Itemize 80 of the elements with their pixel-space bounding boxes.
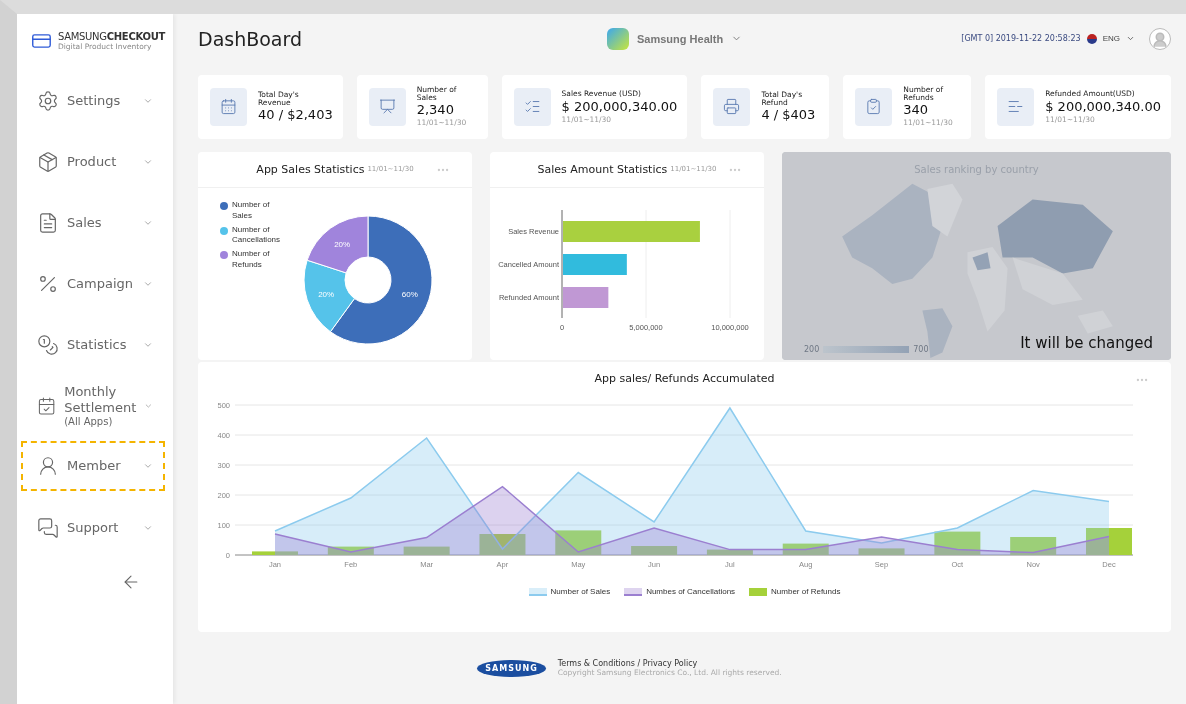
sidebar-label: Campaign (67, 275, 135, 292)
legend-swatch (528, 588, 547, 597)
slice-label: 20% (318, 289, 335, 299)
panel-title: Sales Amount Statistics (537, 162, 668, 176)
sidebar-item[interactable]: Campaign (21, 253, 165, 314)
chat-icon (37, 516, 59, 539)
stat-value: $ 200,000,340.00 (1045, 98, 1161, 114)
bar (252, 551, 298, 555)
legend-swatch (749, 588, 768, 597)
avatar[interactable] (1149, 27, 1171, 50)
legend-label: Number of Refunds (232, 249, 271, 271)
app-selector[interactable]: Samsung Health (607, 27, 743, 50)
chevron-icon (143, 461, 153, 471)
calendar-badge-icon (210, 87, 247, 126)
language-selector[interactable]: ENG (1102, 34, 1135, 44)
user-icon (37, 455, 59, 477)
bar (555, 530, 602, 555)
presentation-badge-icon (368, 87, 406, 126)
annotation-note: It will be changed (1020, 333, 1153, 352)
sidebar-label: Product (67, 153, 118, 170)
legend-label: Numbes of Cancellations (646, 586, 736, 598)
bar (327, 546, 374, 555)
gear-icon (37, 89, 59, 112)
sidebar-label: Statistics (67, 336, 128, 353)
bar (563, 253, 627, 275)
stat-value: 4 / $403 (761, 107, 817, 123)
bar (706, 549, 753, 555)
panel-title: App Sales Statistics (256, 162, 365, 176)
calendar-icon (37, 394, 57, 417)
stat-value: 340 (903, 102, 930, 118)
sidebar-label: Member (67, 458, 122, 474)
sidebar-label: Monthly Settlement (64, 384, 137, 416)
bar (858, 548, 905, 555)
footer-links[interactable]: Terms & Conditions / Privacy Policy (557, 659, 782, 669)
list-minus-badge-icon (997, 87, 1035, 126)
bar (403, 546, 450, 555)
flag-icon (1086, 33, 1097, 44)
sidebar-item[interactable]: Statistics (21, 314, 165, 375)
user-icon (1151, 30, 1169, 49)
range-min: 200 (804, 344, 820, 354)
slice-label: 20% (334, 240, 351, 250)
box-icon (37, 150, 59, 173)
sidebar-item[interactable]: Monthly Settlement (All Apps) (21, 375, 165, 436)
legend-label: Number of Sales (550, 586, 611, 598)
sidebar-item[interactable]: Support (21, 497, 165, 558)
page-title: DashBoard (198, 27, 304, 50)
legend-label: Number of Refunds (771, 586, 841, 598)
brand-name: SAMSUNGCHECKOUT (57, 31, 165, 42)
clipboard-badge-icon (855, 87, 893, 126)
stat-value: $ 200,000,340.00 (561, 98, 678, 114)
sidebar-note: (All Apps) (64, 415, 114, 427)
bar (479, 533, 526, 555)
sidebar-item[interactable]: Sales (21, 192, 165, 253)
app-logo-icon (607, 27, 629, 50)
stat-value: 2,340 (416, 102, 455, 118)
sidebar-label: Settings (67, 92, 122, 109)
bar (782, 543, 829, 555)
legend-label: Number of Cancellations (232, 224, 282, 247)
bar (1010, 536, 1057, 555)
timestamp: [GMT 0] 2019-11-22 20:58:23 (961, 34, 1081, 44)
bar (631, 545, 678, 555)
sidebar-label: Support (67, 519, 120, 536)
bar (934, 531, 981, 555)
range-max: 700 (913, 344, 929, 354)
sidebar-item[interactable]: Member (21, 441, 165, 491)
sidebar-item[interactable]: Settings (21, 70, 165, 131)
checklist-badge-icon (513, 87, 551, 126)
stat-value: 40 / $2,403 (258, 107, 333, 123)
sidebar-item[interactable]: Product (21, 131, 165, 192)
legend-swatch (624, 588, 643, 597)
legend-label: Number of Sales (232, 199, 271, 222)
footer-logo: SAMSUNG (477, 659, 546, 677)
sidebar-label: Sales (67, 214, 103, 231)
panel-title: App sales/ Refunds Accumulated (594, 371, 775, 385)
printer-badge-icon (713, 87, 751, 126)
slice-label: 60% (401, 289, 418, 299)
document-icon (37, 211, 59, 234)
bar (1086, 527, 1132, 555)
coins-icon (37, 333, 59, 356)
bar (563, 286, 609, 308)
